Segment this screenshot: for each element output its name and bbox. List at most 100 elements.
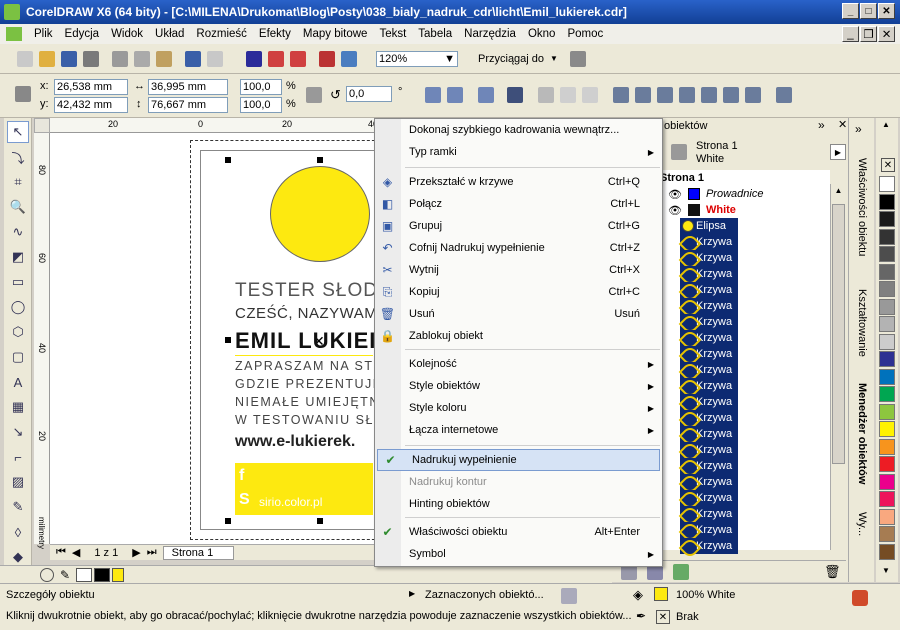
context-menu-item[interactable]: Dokonaj szybkiego kadrowania wewnątrz... (375, 119, 662, 141)
color-swatch[interactable] (879, 351, 895, 367)
object-tree-scrollbar[interactable]: ▲ (830, 184, 846, 550)
shape-tool-icon[interactable]: ⤵ (7, 146, 29, 168)
menu-uklad[interactable]: Układ (149, 28, 190, 40)
status-arrow-icon[interactable]: ▶ (409, 589, 415, 598)
tree-curve-item[interactable]: Krzywa (680, 458, 738, 474)
context-menu-item[interactable]: ◧ Połącz Ctrl+L (375, 193, 662, 215)
tree-curve-item[interactable]: Krzywa (680, 362, 738, 378)
color-swatch[interactable] (879, 368, 895, 385)
x-position-field[interactable]: 26,538 mm (54, 79, 128, 95)
color-swatch[interactable] (879, 456, 895, 472)
menu-efekty[interactable]: Efekty (253, 28, 297, 40)
tab-object-manager[interactable]: Menedżer obiektów (852, 374, 872, 494)
menu-okno[interactable]: Okno (522, 28, 562, 40)
context-menu-item[interactable]: Łącza internetowe ▶ (375, 419, 662, 441)
outline-tool-icon[interactable]: ◊ (7, 521, 29, 543)
color-swatch[interactable] (879, 333, 895, 350)
tree-curve-item[interactable]: Krzywa (680, 538, 738, 554)
tree-curve-item[interactable]: Krzywa (680, 298, 738, 314)
last-page-icon[interactable]: ⏭ (147, 546, 157, 559)
tree-curve-item[interactable]: Krzywa (680, 266, 738, 282)
context-menu-item[interactable]: Style obiektów ▶ (375, 375, 662, 397)
eyedropper-tool-icon[interactable]: ✎ (7, 496, 29, 518)
text-tool-icon[interactable]: A (7, 371, 29, 393)
yellow-swatch[interactable] (112, 568, 124, 582)
height-field[interactable]: 76,667 mm (148, 97, 228, 113)
selection-handle[interactable] (225, 157, 231, 163)
snap-chevron-down-icon[interactable]: ▼ (550, 54, 558, 63)
color-swatch[interactable] (879, 281, 895, 297)
fill-color-swatch[interactable] (654, 587, 668, 601)
black-swatch[interactable] (94, 568, 110, 582)
selection-handle[interactable] (317, 157, 323, 163)
intersect-icon[interactable] (657, 87, 673, 103)
lock-ratio-icon[interactable] (306, 87, 322, 103)
eye-icon[interactable]: 👁 (668, 204, 682, 217)
doc-restore-icon[interactable]: ❐ (860, 26, 877, 42)
export-icon[interactable] (290, 50, 306, 67)
color-swatch[interactable] (879, 228, 895, 245)
object-origin-icon[interactable] (15, 86, 31, 102)
ungroup-icon[interactable] (538, 87, 554, 103)
context-menu-item[interactable]: ⎘ Kopiuj Ctrl+C (375, 281, 662, 303)
menu-rozmiesc[interactable]: Rozmieść (190, 28, 252, 40)
color-swatch[interactable] (879, 473, 895, 490)
doc-close-icon[interactable]: ✕ (878, 26, 895, 42)
zoom-tool-icon[interactable]: 🔍 (7, 196, 29, 218)
scale-x-field[interactable]: 100,0 (240, 79, 282, 95)
menu-pomoc[interactable]: Pomoc (561, 28, 609, 40)
tab-shaping[interactable]: Kształtowanie (852, 278, 872, 368)
search-content-icon[interactable] (246, 50, 262, 67)
no-fill-swatch-icon[interactable]: ✕ (881, 158, 895, 172)
context-menu-item[interactable]: ▣ Grupuj Ctrl+G (375, 215, 662, 237)
context-menu-item[interactable]: Typ ramki ▶ (375, 141, 662, 163)
rectangle-tool-icon[interactable]: ▭ (7, 271, 29, 293)
color-swatch[interactable] (879, 246, 895, 262)
welcome-screen-icon[interactable] (341, 50, 357, 67)
panel-arrow-icon[interactable]: ▶ (830, 144, 846, 160)
context-menu-item[interactable]: ◈ Przekształć w krzywe Ctrl+Q (375, 171, 662, 193)
first-page-icon[interactable]: ⏮ (56, 546, 66, 559)
options-icon[interactable] (569, 50, 586, 67)
tree-curve-item[interactable]: Krzywa (680, 250, 738, 266)
page-tab[interactable]: Strona 1 (162, 545, 235, 560)
tree-white-layer[interactable]: 👁 White (668, 202, 736, 218)
docker-close-icon[interactable]: ✕ (838, 118, 847, 131)
scroll-thumb[interactable] (832, 204, 845, 464)
basic-shapes-tool-icon[interactable]: ▢ (7, 346, 29, 368)
tree-curve-item[interactable]: Krzywa (680, 410, 738, 426)
context-menu-item[interactable]: Style koloru ▶ (375, 397, 662, 419)
color-swatch[interactable] (879, 438, 895, 455)
connector-tool-icon[interactable]: ⌐ (7, 446, 29, 468)
no-color-swatch[interactable] (76, 568, 92, 582)
eye-icon[interactable]: 👁 (668, 188, 682, 201)
tree-curve-item[interactable]: Krzywa (680, 442, 738, 458)
next-page-icon[interactable]: ▶ (132, 546, 140, 559)
pick-tool-icon[interactable]: ↖ (7, 121, 29, 143)
zoom-select[interactable]: 120% ▼ (376, 50, 458, 67)
object-properties-icon[interactable] (561, 588, 577, 604)
selection-handle[interactable] (225, 518, 231, 524)
context-menu-item[interactable]: ✔ Właściwości obiektu Alt+Enter (375, 521, 662, 543)
save-icon[interactable] (61, 50, 77, 67)
palette-scroll-down-icon[interactable]: ▼ (882, 566, 890, 575)
color-swatch[interactable] (879, 386, 895, 402)
tree-curve-item[interactable]: Krzywa (680, 234, 738, 250)
color-swatch[interactable] (879, 298, 895, 315)
color-swatch[interactable] (879, 316, 895, 332)
eyedropper-icon[interactable]: ✎ (60, 568, 70, 582)
context-menu-item[interactable]: Symbol ▶ (375, 543, 662, 565)
color-swatch[interactable] (879, 403, 895, 420)
undo-icon[interactable] (185, 50, 201, 67)
front-minus-back-icon[interactable] (701, 87, 717, 103)
dimension-tool-icon[interactable]: ↘ (7, 421, 29, 443)
trim-icon[interactable] (635, 87, 651, 103)
new-icon[interactable] (17, 50, 33, 67)
tree-curve-item[interactable]: Krzywa (680, 506, 738, 522)
tab-more[interactable]: Wy... (852, 504, 872, 544)
palette-menu-icon[interactable] (40, 568, 54, 582)
weld-icon[interactable] (613, 87, 629, 103)
menu-plik[interactable]: Plik (28, 28, 59, 40)
tree-curve-item[interactable]: Krzywa (680, 394, 738, 410)
menu-tekst[interactable]: Tekst (373, 28, 412, 40)
